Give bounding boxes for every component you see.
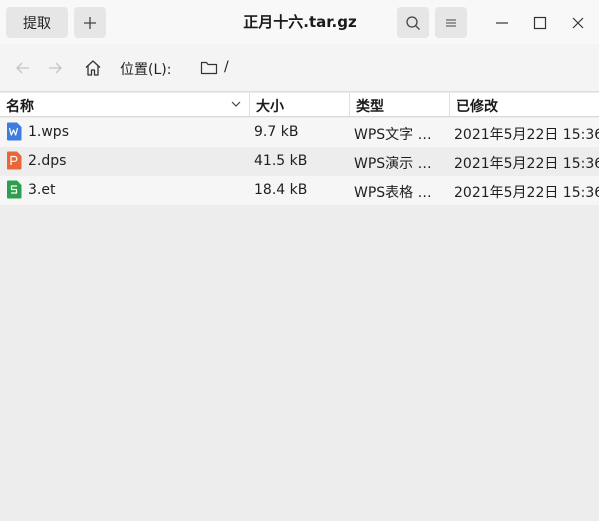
close-button[interactable] (562, 7, 594, 38)
chevron-down-icon[interactable] (230, 98, 242, 110)
file-modified: 2021年5月22日 15:36 (454, 156, 599, 172)
file-row[interactable]: 2.dps 41.5 kB WPS演示 … 2021年5月22日 15:36 (0, 147, 599, 176)
file-name: 1.wps (28, 124, 69, 140)
menu-button[interactable] (435, 7, 467, 38)
title-bar: 提取 正月十六.tar.gz (0, 0, 599, 44)
location-path[interactable]: / (224, 59, 229, 75)
extract-button[interactable]: 提取 (6, 7, 68, 38)
file-row[interactable]: 1.wps 9.7 kB WPS文字 … 2021年5月22日 15:36 (0, 118, 599, 147)
wps-presentation-icon (7, 151, 22, 170)
file-name: 3.et (28, 182, 56, 198)
file-type: WPS表格 … (354, 185, 432, 201)
arrow-left-icon (16, 62, 29, 74)
search-icon (406, 15, 420, 30)
column-modified[interactable]: 已修改 (456, 96, 498, 116)
column-size[interactable]: 大小 (256, 96, 284, 116)
plus-icon (84, 16, 96, 29)
wps-writer-icon (7, 122, 22, 141)
search-button[interactable] (397, 7, 429, 38)
column-type[interactable]: 类型 (356, 96, 384, 116)
home-icon (85, 60, 101, 76)
file-size: 9.7 kB (254, 124, 299, 140)
minimize-icon (496, 21, 508, 24)
navigation-bar: 位置(L): / (0, 44, 599, 92)
column-divider[interactable] (249, 93, 250, 116)
home-button[interactable] (78, 53, 108, 83)
wps-spreadsheet-icon (7, 180, 22, 199)
hamburger-menu-icon (446, 18, 456, 27)
file-modified: 2021年5月22日 15:36 (454, 127, 599, 143)
add-button[interactable] (74, 7, 106, 38)
file-type: WPS演示 … (354, 156, 432, 172)
file-name: 2.dps (28, 153, 67, 169)
minimize-button[interactable] (486, 7, 518, 38)
maximize-icon (533, 16, 547, 29)
file-list: 1.wps 9.7 kB WPS文字 … 2021年5月22日 15:36 2.… (0, 118, 599, 521)
archive-manager-window: 提取 正月十六.tar.gz 位置(L): / 名称 大小 类型 已修改 1.w… (0, 0, 599, 521)
forward-button[interactable] (40, 53, 70, 83)
column-header: 名称 大小 类型 已修改 (0, 93, 599, 117)
back-button[interactable] (8, 53, 38, 83)
column-divider[interactable] (449, 93, 450, 116)
column-name[interactable]: 名称 (6, 96, 34, 116)
file-type: WPS文字 … (354, 127, 432, 143)
location-label: 位置(L): (120, 62, 172, 78)
file-size: 41.5 kB (254, 153, 308, 169)
column-divider[interactable] (349, 93, 350, 116)
file-modified: 2021年5月22日 15:36 (454, 185, 599, 201)
file-row[interactable]: 3.et 18.4 kB WPS表格 … 2021年5月22日 15:36 (0, 176, 599, 205)
window-title: 正月十六.tar.gz (243, 13, 357, 31)
maximize-button[interactable] (524, 7, 556, 38)
folder-icon[interactable] (199, 58, 219, 78)
extract-button-label: 提取 (23, 15, 51, 32)
file-size: 18.4 kB (254, 182, 308, 198)
arrow-right-icon (49, 62, 62, 74)
close-icon (572, 17, 584, 28)
